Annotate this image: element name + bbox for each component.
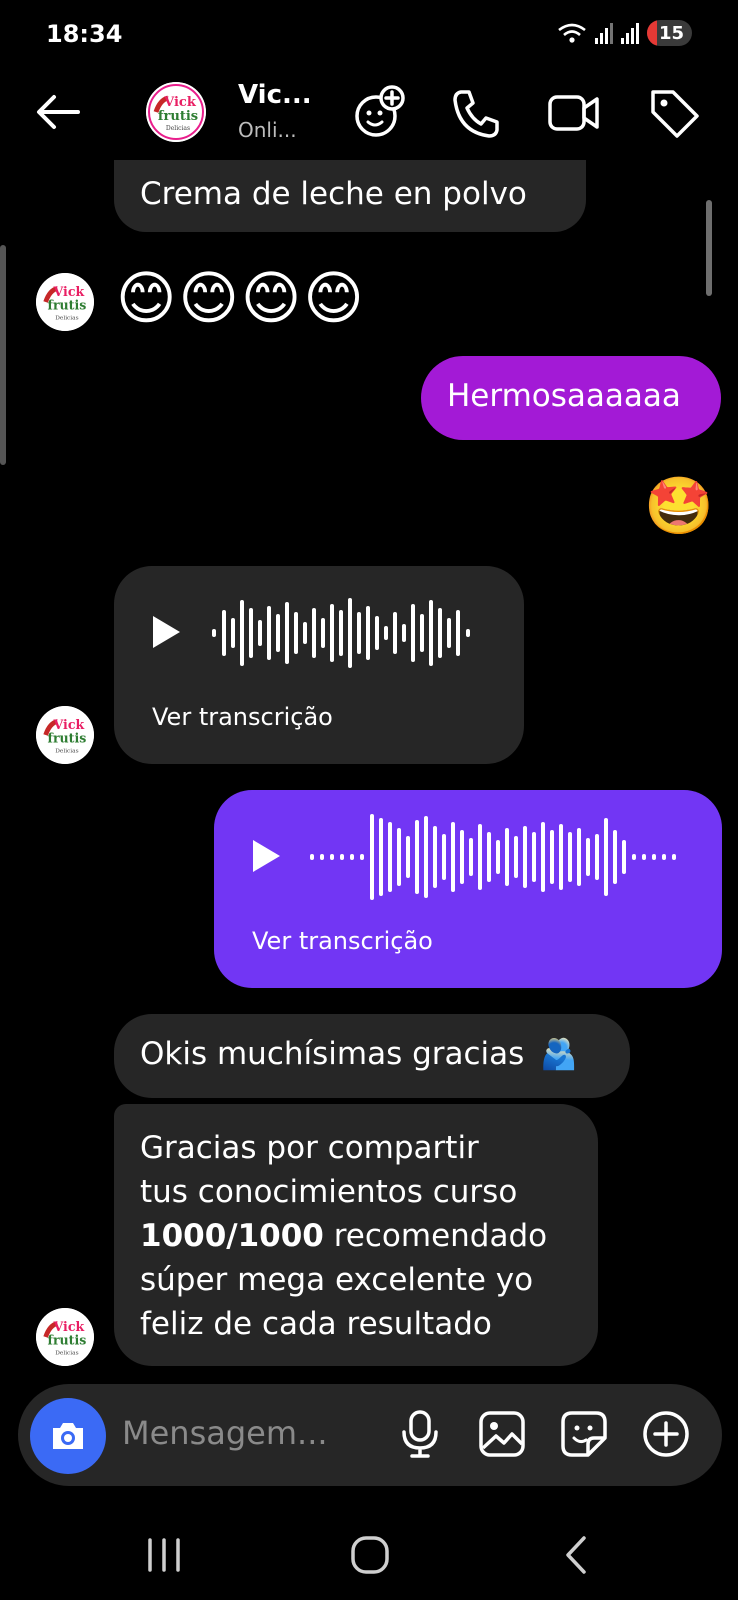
add-person-icon[interactable] [350, 84, 408, 142]
voice-message-outgoing[interactable]: Ver transcrição [214, 790, 722, 988]
message-line: 1000/1000 recomendado [140, 1214, 578, 1258]
reaction-emoji[interactable]: 🤩 [644, 472, 714, 542]
score-text: 1000/1000 [140, 1218, 324, 1254]
avatar[interactable]: Vick frutis Delicias [146, 82, 206, 142]
emoji-message[interactable]: 😊😊😊😊 [116, 262, 366, 334]
status-time: 18:34 [46, 20, 123, 48]
battery-indicator: 15 [646, 20, 692, 46]
status-icons: 15 [557, 20, 692, 46]
play-icon[interactable] [250, 838, 282, 874]
transcript-link[interactable]: Ver transcrição [152, 702, 333, 732]
message-text: Okis muchísimas gracias [140, 1036, 525, 1072]
avatar[interactable]: Vick frutis Delicias [36, 1308, 94, 1366]
waveform[interactable] [310, 810, 690, 904]
message-bubble[interactable]: Crema de leche en polvo [114, 160, 586, 232]
wifi-icon [558, 23, 586, 43]
left-edge-handle[interactable] [0, 245, 6, 465]
svg-text:Delicias: Delicias [166, 125, 190, 132]
contact-name[interactable]: Vic... [238, 80, 312, 110]
signal-icon [594, 22, 613, 44]
waveform[interactable] [210, 590, 480, 676]
svg-text:frutis: frutis [48, 731, 87, 746]
svg-text:frutis: frutis [158, 109, 198, 124]
message-line: tus conocimientos curso [140, 1174, 518, 1210]
message-line: feliz de cada resultado [140, 1306, 492, 1342]
avatar[interactable]: Vick frutis Delicias [36, 706, 94, 764]
message-text: recomendado [323, 1218, 548, 1254]
message-line: Gracias por compartir [140, 1130, 479, 1166]
plus-circle-icon[interactable] [640, 1408, 692, 1460]
message-bubble[interactable]: Okis muchísimas gracias 🫂 [114, 1014, 630, 1098]
svg-text:Vick: Vick [163, 95, 197, 110]
microphone-icon[interactable] [394, 1408, 446, 1460]
gallery-icon[interactable] [476, 1408, 528, 1460]
avatar[interactable]: Vick frutis Delicias [36, 273, 94, 331]
hug-emoji: 🫂 [540, 1037, 578, 1072]
tag-icon[interactable] [645, 84, 703, 142]
battery-level: 15 [658, 22, 684, 44]
contact-status: Onli... [238, 118, 297, 142]
message-bubble-outgoing[interactable]: Hermosaaaaaa [421, 356, 721, 440]
voice-message[interactable]: Ver transcrição [114, 566, 524, 764]
signal-icon [620, 22, 639, 44]
camera-button[interactable] [30, 1398, 106, 1474]
message-bubble[interactable]: Gracias por compartir tus conocimientos … [114, 1104, 598, 1366]
svg-text:Delicias: Delicias [55, 748, 78, 754]
home-icon[interactable] [340, 1530, 400, 1580]
message-text: Hermosaaaaaa [447, 378, 681, 414]
back-arrow-icon[interactable] [34, 88, 82, 136]
camera-icon [53, 1423, 83, 1449]
svg-text:Delicias: Delicias [55, 1350, 78, 1356]
play-icon[interactable] [150, 614, 182, 650]
message-text: Crema de leche en polvo [140, 176, 527, 212]
sticker-icon[interactable] [558, 1408, 610, 1460]
video-camera-icon[interactable] [545, 84, 603, 142]
message-line: súper mega excelente yo [140, 1262, 534, 1298]
svg-text:Delicias: Delicias [55, 315, 78, 321]
svg-text:frutis: frutis [48, 1333, 87, 1348]
transcript-link[interactable]: Ver transcrição [252, 926, 433, 956]
back-icon[interactable] [548, 1530, 608, 1580]
scrollbar-thumb[interactable] [706, 200, 712, 296]
recent-apps-icon[interactable] [134, 1530, 194, 1580]
phone-icon[interactable] [447, 84, 505, 142]
svg-text:frutis: frutis [48, 298, 87, 313]
message-input[interactable]: Mensagem... [122, 1414, 328, 1452]
